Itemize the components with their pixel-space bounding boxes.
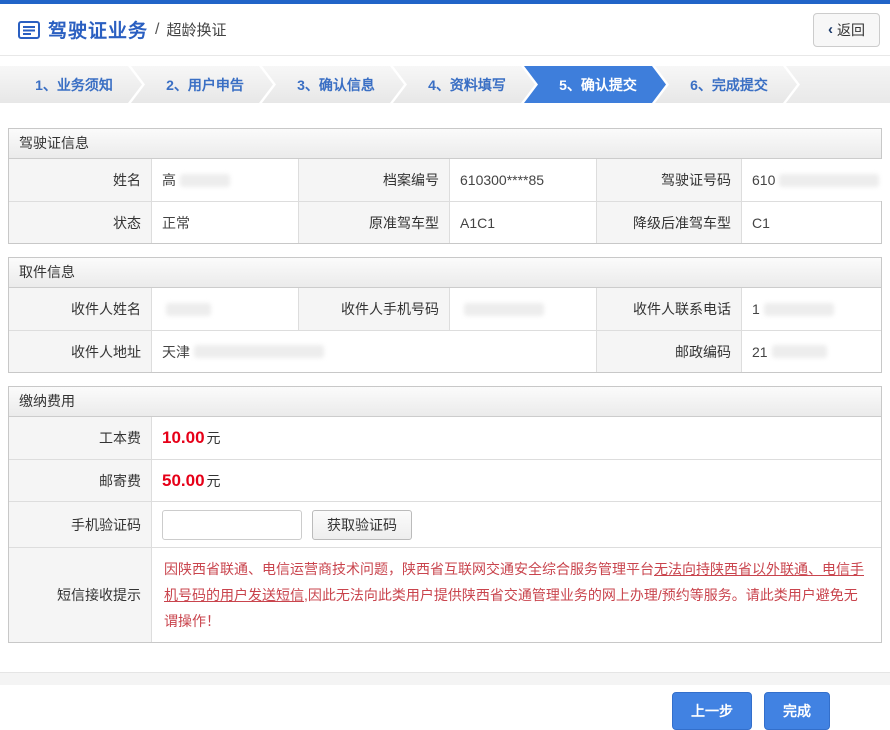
back-button-label: 返回 [837,20,865,40]
redacted-value [779,174,879,187]
table-row: 状态 正常 原准驾车型 A1C1 降级后准驾车型 C1 [9,201,881,243]
pickup-info-title: 取件信息 [9,258,881,288]
redacted-value [166,303,211,316]
file-number-label: 档案编号 [298,159,449,201]
chevron-left-icon: ‹ [828,21,833,38]
table-row: 短信接收提示 因陕西省联通、电信运营商技术问题，陕西省互联网交通安全综合服务管理… [9,547,881,642]
table-row: 手机验证码 获取验证码 [9,501,881,547]
footer-actions: 上一步 完成 [8,656,882,730]
postage-fee-label: 邮寄费 [9,460,151,501]
recipient-name-value [151,288,298,330]
license-number-value: 610 [741,159,889,201]
file-number-value: 610300****85 [449,159,596,201]
get-sms-code-button[interactable]: 获取验证码 [312,510,412,540]
recipient-mobile-value [449,288,596,330]
fees-panel: 缴纳费用 工本费 10.00 元 邮寄费 50.00 元 手机验证码 获取验证码… [8,386,882,643]
downgraded-class-label: 降级后准驾车型 [596,202,741,243]
redacted-value [764,303,834,316]
production-fee-value: 10.00 元 [151,417,881,459]
postage-fee-value: 50.00 元 [151,460,881,501]
original-class-value: A1C1 [449,202,596,243]
name-value: 高 [151,159,298,201]
sms-notice-cell: 因陕西省联通、电信运营商技术问题，陕西省互联网交通安全综合服务管理平台无法向持陕… [151,548,881,642]
recipient-mobile-label: 收件人手机号码 [298,288,449,330]
license-number-label: 驾驶证号码 [596,159,741,201]
sms-code-label: 手机验证码 [9,502,151,547]
step-3-confirm-info: 3、确认信息 [262,66,404,103]
back-button[interactable]: ‹ 返回 [813,13,880,47]
license-info-title: 驾驶证信息 [9,129,881,159]
step-6-complete: 6、完成提交 [655,66,797,103]
redacted-value [180,174,230,187]
postal-code-label: 邮政编码 [596,331,741,372]
table-row: 邮寄费 50.00 元 [9,459,881,501]
redacted-value [464,303,544,316]
sms-code-cell: 获取验证码 [151,502,881,547]
table-row: 姓名 高 档案编号 610300****85 驾驶证号码 610 [9,159,881,201]
page-bottom-strip [0,672,890,685]
recipient-phone-label: 收件人联系电话 [596,288,741,330]
postal-code-value: 21 [741,331,881,372]
step-bar-tail [786,66,890,103]
step-1-notice: 1、业务须知 [0,66,142,103]
original-class-label: 原准驾车型 [298,202,449,243]
table-row: 工本费 10.00 元 [9,417,881,459]
recipient-address-value: 天津 [151,331,596,372]
license-service-icon [18,21,40,39]
breadcrumb-current: 超龄换证 [166,19,226,40]
status-value: 正常 [151,202,298,243]
table-row: 收件人姓名 收件人手机号码 收件人联系电话 1 [9,288,881,330]
step-2-declare: 2、用户申告 [131,66,273,103]
sms-notice-text: 因陕西省联通、电信运营商技术问题，陕西省互联网交通安全综合服务管理平台无法向持陕… [164,556,869,634]
previous-step-button[interactable]: 上一步 [672,692,752,730]
redacted-value [772,345,827,358]
finish-button[interactable]: 完成 [764,692,830,730]
breadcrumb-separator: / [155,21,159,39]
page-title: 驾驶证业务 [48,16,148,43]
recipient-name-label: 收件人姓名 [9,288,151,330]
sms-code-input[interactable] [162,510,302,540]
sms-notice-label: 短信接收提示 [9,548,151,642]
step-5-confirm-submit: 5、确认提交 [524,66,666,103]
name-label: 姓名 [9,159,151,201]
recipient-phone-value: 1 [741,288,881,330]
redacted-value [194,345,324,358]
step-wizard: 1、业务须知 2、用户申告 3、确认信息 4、资料填写 5、确认提交 6、完成提… [0,66,890,103]
recipient-address-label: 收件人地址 [9,331,151,372]
license-info-panel: 驾驶证信息 姓名 高 档案编号 610300****85 驾驶证号码 610 状… [8,128,882,244]
page-header: 驾驶证业务 / 超龄换证 ‹ 返回 [0,4,890,56]
step-4-fill-data: 4、资料填写 [393,66,535,103]
pickup-info-panel: 取件信息 收件人姓名 收件人手机号码 收件人联系电话 1 收件人地址 天津 [8,257,882,373]
status-label: 状态 [9,202,151,243]
table-row: 收件人地址 天津 邮政编码 21 [9,330,881,372]
production-fee-label: 工本费 [9,417,151,459]
fees-title: 缴纳费用 [9,387,881,417]
downgraded-class-value: C1 [741,202,881,243]
